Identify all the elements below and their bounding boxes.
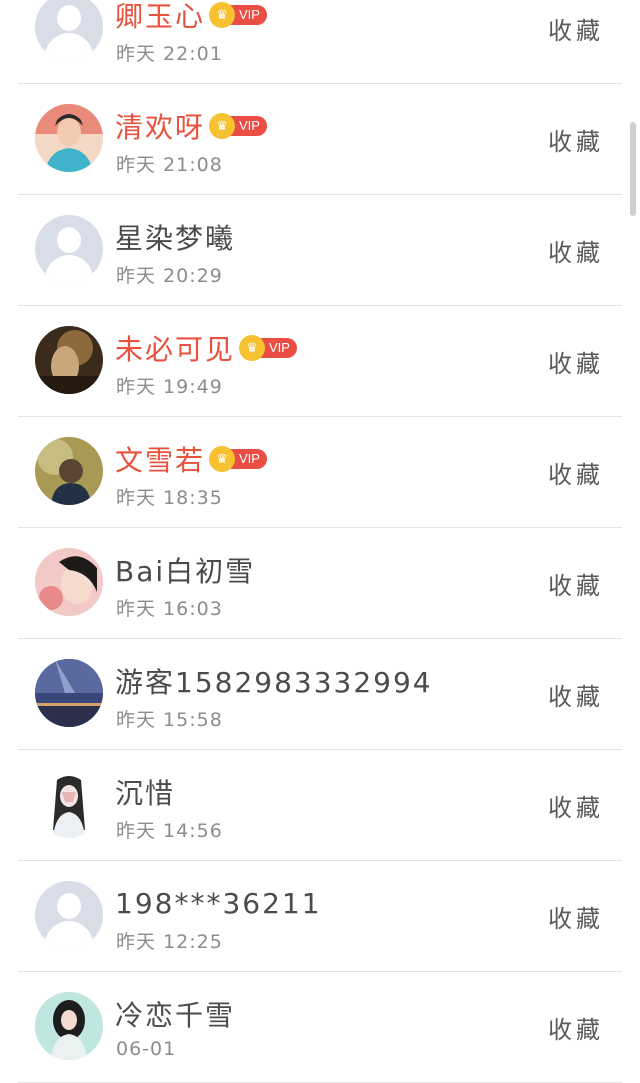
name-line: 游客1582983332994	[115, 663, 433, 699]
name-line: 沉惜	[115, 774, 175, 810]
timestamp: 昨天 15:58	[116, 709, 223, 731]
avatar-photo	[35, 659, 103, 727]
user-name: 冷恋千雪	[115, 999, 236, 1032]
avatar[interactable]	[35, 548, 103, 616]
user-name: 198***36211	[115, 886, 322, 920]
list-item[interactable]: 198***36211 昨天 12:25 收藏	[18, 861, 622, 972]
timestamp: 昨天 18:35	[116, 487, 223, 509]
avatar-photo	[35, 437, 103, 505]
crown-icon: ♛	[209, 2, 236, 28]
timestamp: 06-01	[116, 1038, 177, 1060]
avatar[interactable]	[35, 0, 103, 61]
avatar-photo	[35, 326, 103, 394]
favorite-button[interactable]: 收藏	[548, 11, 604, 46]
vip-badge: ♛ VIP	[209, 113, 267, 139]
name-line: 清欢呀 ♛ VIP	[115, 108, 267, 144]
avatar[interactable]	[35, 215, 103, 283]
list-item[interactable]: 沉惜 昨天 14:56 收藏	[18, 750, 622, 861]
list-item[interactable]: 清欢呀 ♛ VIP 昨天 21:08 收藏	[18, 84, 622, 195]
avatar-photo	[35, 770, 103, 838]
avatar-photo	[35, 104, 103, 172]
favorite-button[interactable]: 收藏	[548, 788, 604, 823]
avatar[interactable]	[35, 881, 103, 949]
name-line: 星染梦曦	[115, 219, 235, 255]
user-name: 卿玉心	[115, 0, 206, 33]
favorite-button[interactable]: 收藏	[548, 677, 604, 712]
avatar[interactable]	[35, 326, 103, 394]
name-line: 198***36211	[115, 885, 322, 921]
scrollbar[interactable]	[630, 122, 636, 216]
user-name: 文雪若	[115, 444, 206, 477]
timestamp: 昨天 21:08	[116, 154, 223, 176]
vip-badge: ♛ VIP	[209, 446, 267, 472]
name-line: 冷恋千雪	[115, 996, 235, 1032]
list-item[interactable]: 冷恋千雪 06-01 收藏	[18, 972, 622, 1083]
favorite-button[interactable]: 收藏	[548, 899, 604, 934]
avatar-photo	[35, 992, 103, 1060]
user-name: 游客1582983332994	[115, 666, 433, 699]
avatar[interactable]	[35, 992, 103, 1060]
vip-badge: ♛ VIP	[209, 2, 267, 28]
timestamp: 昨天 14:56	[116, 820, 223, 842]
crown-icon: ♛	[239, 335, 266, 361]
list-item[interactable]: 文雪若 ♛ VIP 昨天 18:35 收藏	[18, 417, 622, 528]
timestamp: 昨天 20:29	[116, 265, 223, 287]
avatar[interactable]	[35, 437, 103, 505]
name-line: 未必可见 ♛ VIP	[115, 330, 297, 366]
user-list: 卿玉心 ♛ VIP 昨天 22:01 收藏 清欢呀 ♛ VIP 昨天 21:08…	[0, 0, 640, 1083]
timestamp: 昨天 19:49	[116, 376, 223, 398]
user-name: 未必可见	[115, 333, 236, 366]
avatar-photo	[35, 548, 103, 616]
user-name: 沉惜	[115, 777, 176, 810]
favorite-button[interactable]: 收藏	[548, 233, 604, 268]
favorite-button[interactable]: 收藏	[548, 566, 604, 601]
user-name: 星染梦曦	[115, 222, 236, 255]
list-item[interactable]: Bai白初雪 昨天 16:03 收藏	[18, 528, 622, 639]
list-item[interactable]: 星染梦曦 昨天 20:29 收藏	[18, 195, 622, 306]
user-name: 清欢呀	[115, 111, 206, 144]
avatar[interactable]	[35, 104, 103, 172]
timestamp: 昨天 12:25	[116, 931, 223, 953]
timestamp: 昨天 16:03	[116, 598, 223, 620]
name-line: Bai白初雪	[115, 552, 255, 588]
list-item[interactable]: 游客1582983332994 昨天 15:58 收藏	[18, 639, 622, 750]
favorite-button[interactable]: 收藏	[548, 455, 604, 490]
vip-badge: ♛ VIP	[239, 335, 297, 361]
crown-icon: ♛	[209, 446, 236, 472]
favorite-button[interactable]: 收藏	[548, 344, 604, 379]
avatar[interactable]	[35, 659, 103, 727]
crown-icon: ♛	[209, 113, 236, 139]
favorite-button[interactable]: 收藏	[548, 122, 604, 157]
timestamp: 昨天 22:01	[116, 43, 223, 65]
favorite-button[interactable]: 收藏	[548, 1010, 604, 1045]
list-item[interactable]: 未必可见 ♛ VIP 昨天 19:49 收藏	[18, 306, 622, 417]
name-line: 卿玉心 ♛ VIP	[115, 0, 267, 33]
name-line: 文雪若 ♛ VIP	[115, 441, 267, 477]
avatar[interactable]	[35, 770, 103, 838]
list-item[interactable]: 卿玉心 ♛ VIP 昨天 22:01 收藏	[18, 0, 622, 84]
user-name: Bai白初雪	[115, 555, 256, 588]
